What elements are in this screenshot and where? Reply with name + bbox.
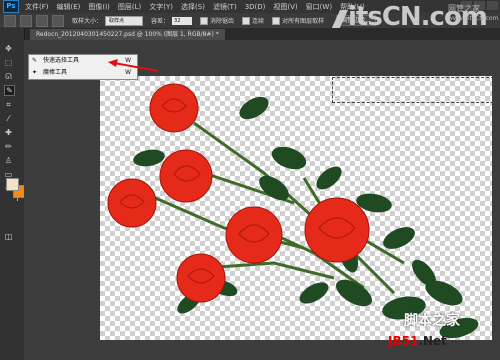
menu-file[interactable]: 文件(F) [25, 2, 49, 12]
menu-3d[interactable]: 3D(D) [245, 3, 266, 11]
site-url-watermark: JB51.Net [388, 334, 447, 348]
quick-selection-label: 快速选择工具 [43, 57, 80, 64]
brush-tool-icon[interactable]: ✏ [4, 142, 13, 151]
subtract-selection-icon[interactable] [52, 14, 64, 27]
quick-selection-tool-icon[interactable]: ✎ [4, 85, 15, 96]
site-watermark: 脚本之家 [404, 313, 460, 329]
marquee-tool-icon[interactable]: ⬚ [4, 58, 13, 67]
menu-type[interactable]: 文字(Y) [149, 2, 173, 12]
antialias-checkbox[interactable] [200, 16, 209, 25]
quick-selection-icon: ✎ [32, 57, 38, 64]
contiguous-label: 连续 [252, 18, 265, 25]
sample-size-select[interactable]: 取样点 [105, 15, 144, 26]
all-layers-label: 对所有图层取样 [282, 18, 325, 25]
contiguous-checkbox[interactable] [242, 16, 251, 25]
add-selection-icon[interactable] [36, 14, 48, 27]
antialias-label: 消除锯齿 [210, 18, 235, 25]
tool-preset-icon[interactable] [4, 14, 16, 27]
brand-subtitle-cn: 网管之家 [448, 4, 480, 13]
sample-size-label: 取样大小： [72, 18, 103, 25]
menu-filter[interactable]: 滤镜(T) [213, 2, 237, 12]
quick-mask-icon[interactable]: ◫ [4, 232, 13, 241]
site-url-red: JB51 [388, 334, 419, 348]
tolerance-input[interactable]: 32 [172, 16, 193, 25]
document-tab[interactable]: Redocn_2012040301450227.psd @ 100% (图层 1… [30, 29, 225, 40]
magic-wand-label: 魔棒工具 [43, 69, 68, 76]
site-url-tail: .Net [418, 334, 447, 348]
menu-select[interactable]: 选择(S) [181, 2, 205, 12]
menu-image[interactable]: 图像(I) [88, 2, 110, 12]
tolerance-label: 容差： [151, 18, 170, 25]
new-selection-icon[interactable] [20, 14, 32, 27]
all-layers-checkbox[interactable] [272, 16, 281, 25]
clone-stamp-tool-icon[interactable]: ♙ [4, 156, 13, 165]
menu-view[interactable]: 视图(V) [273, 2, 297, 12]
annotation-arrow-icon [108, 59, 159, 72]
photoshop-logo: Ps [3, 0, 19, 13]
brand-subtitle-url: www.bitsCN.com [448, 15, 499, 22]
move-tool-icon[interactable]: ✥ [4, 44, 13, 53]
crop-tool-icon[interactable]: ⌗ [4, 100, 13, 109]
menu-edit[interactable]: 编辑(E) [57, 2, 81, 12]
menu-layer[interactable]: 图层(L) [118, 2, 141, 12]
brand-subtitle: 网管之家 www.bitsCN.com [448, 4, 498, 24]
lasso-tool-icon[interactable]: ᘏ [4, 72, 13, 81]
healing-brush-tool-icon[interactable]: ✚ [4, 128, 13, 137]
foreground-color-swatch[interactable] [6, 178, 19, 191]
eyedropper-tool-icon[interactable]: ⁄ [4, 114, 13, 123]
roses-image [107, 83, 479, 339]
magic-wand-icon: ✦ [32, 69, 38, 76]
